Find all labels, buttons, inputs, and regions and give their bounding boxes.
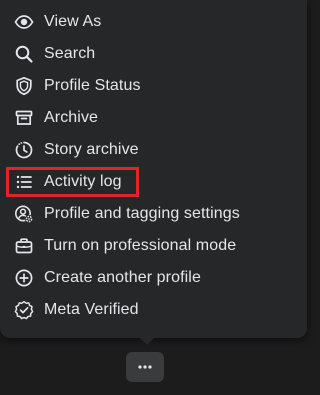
menu-item-label: Search	[44, 45, 96, 62]
menu-item-label: Story archive	[44, 141, 139, 158]
menu-item-profile-status[interactable]: Profile Status	[0, 70, 307, 102]
menu-item-search[interactable]: Search	[0, 38, 307, 70]
story-archive-clock-icon	[14, 140, 34, 160]
menu-item-activity-log[interactable]: Activity log	[0, 166, 307, 198]
profile-more-menu: View As Search Profile Status Archive St…	[0, 0, 307, 338]
menu-item-story-archive[interactable]: Story archive	[0, 134, 307, 166]
menu-item-meta-verified[interactable]: Meta Verified	[0, 294, 307, 326]
profile-gear-icon	[14, 204, 34, 224]
search-icon	[14, 44, 34, 64]
menu-item-label: Create another profile	[44, 269, 201, 286]
briefcase-icon	[14, 236, 34, 256]
menu-item-view-as[interactable]: View As	[0, 6, 307, 38]
menu-item-create-another-profile[interactable]: Create another profile	[0, 262, 307, 294]
menu-item-label: View As	[44, 13, 102, 30]
menu-caret	[139, 337, 155, 345]
ellipsis-icon	[138, 365, 152, 369]
menu-item-label: Meta Verified	[44, 301, 139, 318]
menu-item-archive[interactable]: Archive	[0, 102, 307, 134]
menu-item-profile-and-tagging-settings[interactable]: Profile and tagging settings	[0, 198, 307, 230]
menu-item-label: Profile Status	[44, 77, 141, 94]
shield-icon	[14, 76, 34, 96]
more-options-button[interactable]	[126, 352, 164, 382]
menu-item-label: Activity log	[44, 173, 122, 190]
menu-item-turn-on-professional-mode[interactable]: Turn on professional mode	[0, 230, 307, 262]
plus-circle-icon	[14, 268, 34, 288]
menu-item-label: Turn on professional mode	[44, 237, 237, 254]
menu-item-label: Archive	[44, 109, 99, 126]
list-icon	[14, 172, 34, 192]
verified-badge-icon	[14, 300, 34, 320]
menu-item-label: Profile and tagging settings	[44, 205, 240, 222]
eye-icon	[14, 12, 34, 32]
archive-box-icon	[14, 108, 34, 128]
